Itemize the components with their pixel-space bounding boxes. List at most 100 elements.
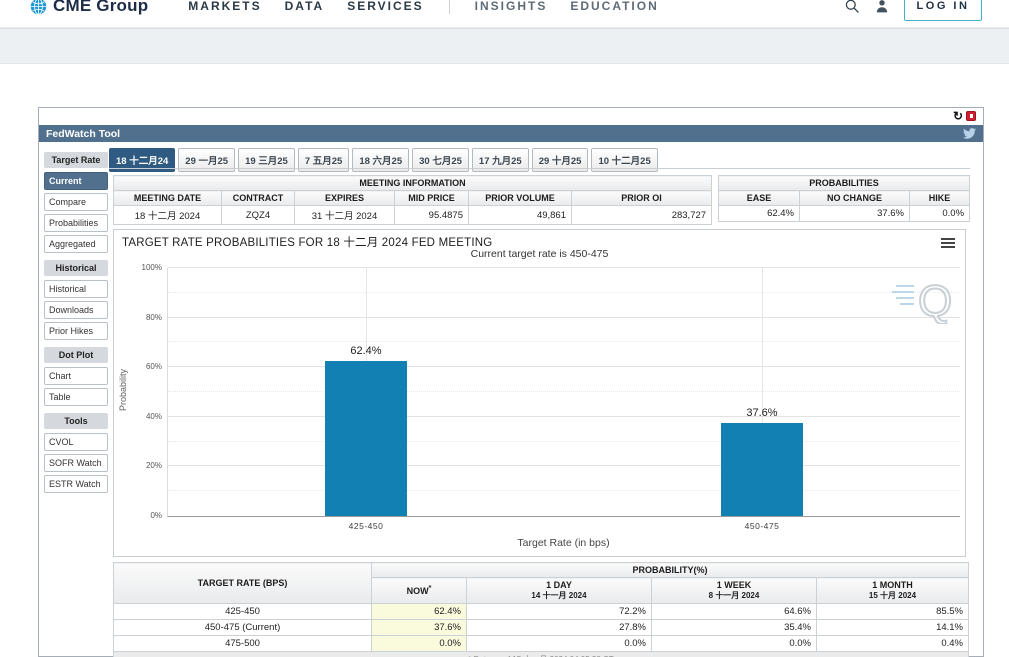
now-value: 62.4%	[372, 604, 467, 620]
now-footnote-marker: *	[429, 585, 432, 592]
month-value: 14.1%	[817, 620, 969, 636]
tool-title: FedWatch Tool	[46, 128, 120, 140]
col-hike: HIKE	[910, 191, 970, 206]
day-value: 72.2%	[467, 604, 652, 620]
y-tick-label: 0%	[120, 511, 162, 520]
brand-logo[interactable]: CME Group	[30, 0, 148, 16]
y-tick-label: 20%	[120, 461, 162, 470]
month-value: 0.4%	[817, 636, 969, 652]
privacy-badge-icon[interactable]	[966, 111, 976, 121]
sidebar-item-probabilities[interactable]: Probabilities	[44, 214, 108, 232]
rate-range: 450-475 (Current)	[114, 620, 372, 636]
x-tick-label: 450-475	[721, 521, 803, 531]
gridline	[168, 416, 960, 417]
nav-item-markets[interactable]: MARKETS	[188, 0, 261, 13]
y-tick-label: 100%	[120, 263, 162, 272]
nav-links: MARKETS DATA SERVICES INSIGHTS EDUCATION	[188, 0, 844, 14]
gridline	[168, 465, 960, 466]
sidebar-item-aggregated[interactable]: Aggregated	[44, 235, 108, 253]
sidebar-item-estr-watch[interactable]: ESTR Watch	[44, 475, 108, 493]
sidebar-item-prior-hikes[interactable]: Prior Hikes	[44, 322, 108, 340]
month-value: 85.5%	[817, 604, 969, 620]
gridline-minor	[168, 441, 960, 442]
sidebar-item-downloads[interactable]: Downloads	[44, 301, 108, 319]
probabilities-row: 62.4% 37.6% 0.0%	[719, 206, 970, 222]
probability-history-table: TARGET RATE (BPS) PROBABILITY(%) NOW* 1 …	[113, 562, 969, 657]
now-label: NOW	[407, 586, 429, 596]
week-value: 0.0%	[652, 636, 817, 652]
twitter-icon[interactable]	[963, 128, 976, 139]
prior-volume-value: 49,861	[469, 206, 572, 225]
chart-panel: TARGET RATE PROBABILITIES FOR 18 十二月 202…	[113, 229, 966, 557]
gridline-minor	[168, 490, 960, 491]
nav-item-data[interactable]: DATA	[285, 0, 325, 13]
nav-item-education[interactable]: EDUCATION	[570, 0, 658, 13]
week-value: 35.4%	[652, 620, 817, 636]
plot-area: Q 0%20%40%60%80%100%62.4%425-45037.6%450…	[167, 268, 960, 517]
nav-item-insights[interactable]: INSIGHTS	[475, 0, 548, 13]
now-value: 0.0%	[372, 636, 467, 652]
sidebar-item-compare[interactable]: Compare	[44, 193, 108, 211]
sidebar: Target Rate Current Compare Probabilitie…	[44, 150, 108, 496]
tabs-divider	[109, 168, 970, 169]
table-row: 475-500 0.0% 0.0% 0.0% 0.4%	[114, 636, 969, 652]
user-icon[interactable]	[874, 0, 890, 14]
x-tick-label: 425-450	[325, 521, 407, 531]
meeting-date-value: 18 十二月 2024	[114, 206, 222, 225]
rate-range: 475-500	[114, 636, 372, 652]
table-footer-row: * Data as of 15 十一月 2024 04:05:38 CT	[114, 652, 969, 657]
sidebar-item-current[interactable]: Current	[44, 172, 108, 190]
sidebar-header-dot-plot: Dot Plot	[44, 347, 108, 363]
col-prior-oi: PRIOR OI	[572, 191, 712, 206]
col-1-day: 1 DAY14 十一月 2024	[467, 578, 652, 604]
top-nav: CME Group MARKETS DATA SERVICES INSIGHTS…	[0, 0, 1009, 28]
sidebar-item-table[interactable]: Table	[44, 388, 108, 406]
col-1-month: 1 MONTH15 十月 2024	[817, 578, 969, 604]
globe-icon	[30, 0, 47, 15]
mid-price-value: 95.4875	[395, 206, 469, 225]
chart-subtitle: Current target rate is 450-475	[114, 248, 965, 260]
brand-name: CME Group	[53, 0, 148, 16]
one-month-label: 1 MONTH	[822, 580, 963, 590]
refresh-icon[interactable]: ↻	[953, 109, 963, 123]
probabilities-title: PROBABILITIES	[719, 176, 970, 191]
col-no-change: NO CHANGE	[800, 191, 910, 206]
sidebar-item-cvol[interactable]: CVOL	[44, 433, 108, 451]
meeting-info-row: 18 十二月 2024 ZQZ4 31 十二月 2024 95.4875 49,…	[114, 206, 712, 225]
tool-top-strip: ↻	[39, 108, 983, 125]
prior-oi-value: 283,727	[572, 206, 712, 225]
search-icon[interactable]	[844, 0, 860, 14]
gridline	[168, 317, 960, 318]
sidebar-item-chart[interactable]: Chart	[44, 367, 108, 385]
page: CME Group MARKETS DATA SERVICES INSIGHTS…	[0, 0, 1009, 657]
rate-range: 425-450	[114, 604, 372, 620]
one-week-label: 1 WEEK	[657, 580, 811, 590]
y-tick-label: 60%	[120, 362, 162, 371]
login-button[interactable]: LOG IN	[904, 0, 982, 21]
nav-divider	[449, 0, 450, 14]
y-tick-label: 40%	[120, 412, 162, 421]
col-ease: EASE	[719, 191, 800, 206]
one-day-date: 14 十一月 2024	[472, 590, 646, 601]
one-month-date: 15 十月 2024	[822, 590, 963, 601]
svg-text:Q: Q	[918, 277, 952, 324]
sidebar-header-historical: Historical	[44, 260, 108, 276]
page-band	[0, 28, 1009, 64]
col-mid-price: MID PRICE	[395, 191, 469, 206]
day-value: 27.8%	[467, 620, 652, 636]
bar-value-label: 62.4%	[325, 345, 407, 357]
expires-value: 31 十二月 2024	[295, 206, 395, 225]
sidebar-item-sofr-watch[interactable]: SOFR Watch	[44, 454, 108, 472]
one-week-date: 8 十一月 2024	[657, 590, 811, 601]
nav-item-services[interactable]: SERVICES	[347, 0, 423, 13]
sidebar-header-tools: Tools	[44, 413, 108, 429]
sidebar-header-target-rate: Target Rate	[44, 152, 108, 168]
week-value: 64.6%	[652, 604, 817, 620]
x-axis-label: Target Rate (in bps)	[167, 537, 960, 549]
probability-bar	[721, 423, 803, 516]
sidebar-item-historical[interactable]: Historical	[44, 280, 108, 298]
probability-bar	[325, 361, 407, 516]
gridline	[168, 366, 960, 367]
col-prior-volume: PRIOR VOLUME	[469, 191, 572, 206]
gridline-minor	[168, 292, 960, 293]
